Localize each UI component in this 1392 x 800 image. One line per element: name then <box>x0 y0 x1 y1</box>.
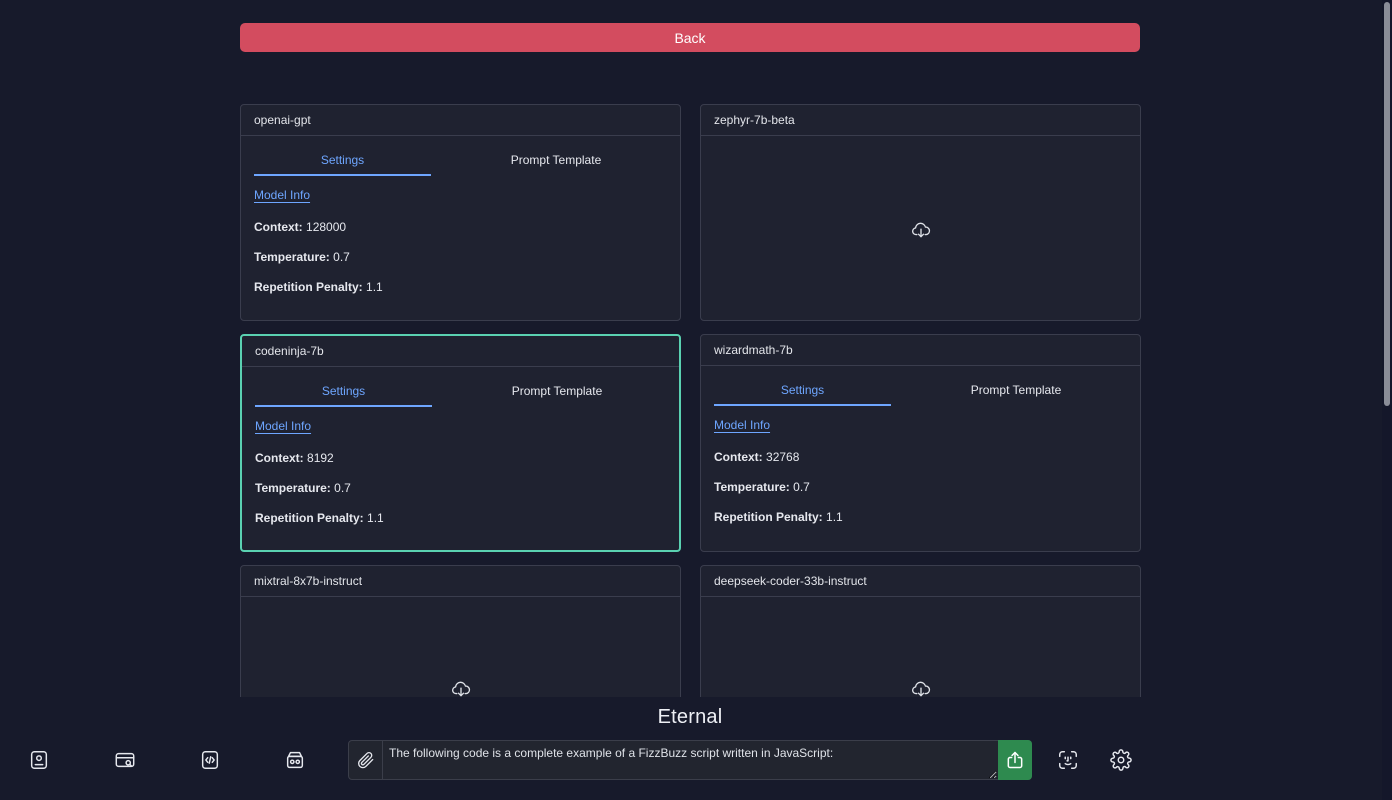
scrollbar[interactable] <box>1382 0 1392 800</box>
repetition-penalty-label: Repetition Penalty: <box>255 511 364 525</box>
card-tabs: Settings Prompt Template <box>254 136 667 176</box>
repetition-penalty-row: Repetition Penalty: 1.1 <box>254 272 680 302</box>
model-info-link[interactable]: Model Info <box>714 418 770 432</box>
context-label: Context: <box>255 451 304 465</box>
model-info-link[interactable]: Model Info <box>255 419 311 433</box>
face-scan-icon[interactable] <box>1057 749 1079 771</box>
temperature-row: Temperature: 0.7 <box>255 473 679 503</box>
upload-icon <box>1007 751 1023 769</box>
tab-prompt-template[interactable]: Prompt Template <box>451 367 663 405</box>
temperature-value: 0.7 <box>793 480 810 494</box>
tab-prompt-template[interactable]: Prompt Template <box>450 136 662 174</box>
repetition-penalty-row: Repetition Penalty: 1.1 <box>255 503 679 533</box>
temperature-row: Temperature: 0.7 <box>254 242 680 272</box>
database-icon[interactable] <box>284 749 306 771</box>
cloud-download-icon[interactable] <box>911 220 931 240</box>
model-card-title: zephyr-7b-beta <box>701 105 1140 136</box>
gear-icon[interactable] <box>1110 749 1132 771</box>
tab-settings[interactable]: Settings <box>254 136 431 176</box>
temperature-row: Temperature: 0.7 <box>714 472 1140 502</box>
model-card-title: codeninja-7b <box>242 336 679 367</box>
card-tabs: Settings Prompt Template <box>714 366 1127 406</box>
cloud-download-icon[interactable] <box>911 679 931 699</box>
app-logo: Eternal <box>657 706 723 728</box>
repetition-penalty-value: 1.1 <box>367 511 384 525</box>
model-card-title: mixtral-8x7b-instruct <box>241 566 680 597</box>
temperature-label: Temperature: <box>255 481 331 495</box>
repetition-penalty-row: Repetition Penalty: 1.1 <box>714 502 1140 532</box>
repetition-penalty-label: Repetition Penalty: <box>714 510 823 524</box>
repetition-penalty-label: Repetition Penalty: <box>254 280 363 294</box>
model-card-title: openai-gpt <box>241 105 680 136</box>
tab-prompt-template[interactable]: Prompt Template <box>910 366 1122 404</box>
send-button[interactable] <box>998 740 1032 780</box>
page: Back openai-gpt Settings Prompt Template… <box>0 0 1392 800</box>
message-input[interactable]: The following code is a complete example… <box>383 741 997 779</box>
context-row: Context: 32768 <box>714 442 1140 472</box>
attach-button[interactable] <box>349 741 383 779</box>
repetition-penalty-value: 1.1 <box>366 280 383 294</box>
temperature-label: Temperature: <box>714 480 790 494</box>
context-label: Context: <box>714 450 763 464</box>
tab-settings[interactable]: Settings <box>714 366 891 406</box>
back-button[interactable]: Back <box>240 23 1140 52</box>
model-card-wizardmath-7b[interactable]: wizardmath-7b Settings Prompt Template M… <box>700 334 1141 552</box>
cloud-download-icon[interactable] <box>451 679 471 699</box>
model-card-title: wizardmath-7b <box>701 335 1140 366</box>
code-file-icon[interactable] <box>199 749 221 771</box>
chat-composer: The following code is a complete example… <box>348 740 1032 780</box>
model-info-link[interactable]: Model Info <box>254 188 310 202</box>
model-card-zephyr-7b-beta[interactable]: zephyr-7b-beta <box>700 104 1141 321</box>
scroll-thumb[interactable] <box>1384 2 1390 406</box>
context-value: 32768 <box>766 450 800 464</box>
card-tabs: Settings Prompt Template <box>255 367 666 407</box>
model-card-title: deepseek-coder-33b-instruct <box>701 566 1140 597</box>
tab-settings[interactable]: Settings <box>255 367 432 407</box>
context-value: 8192 <box>307 451 334 465</box>
search-card-icon[interactable] <box>114 749 136 771</box>
model-card-openai-gpt[interactable]: openai-gpt Settings Prompt Template Mode… <box>240 104 681 321</box>
context-row: Context: 128000 <box>254 212 680 242</box>
repetition-penalty-value: 1.1 <box>826 510 843 524</box>
temperature-value: 0.7 <box>333 250 350 264</box>
contact-card-icon[interactable] <box>28 749 50 771</box>
context-label: Context: <box>254 220 303 234</box>
temperature-value: 0.7 <box>334 481 351 495</box>
model-card-codeninja-7b[interactable]: codeninja-7b Settings Prompt Template Mo… <box>240 334 681 552</box>
paperclip-icon <box>357 751 373 769</box>
temperature-label: Temperature: <box>254 250 330 264</box>
context-row: Context: 8192 <box>255 443 679 473</box>
context-value: 128000 <box>306 220 347 234</box>
